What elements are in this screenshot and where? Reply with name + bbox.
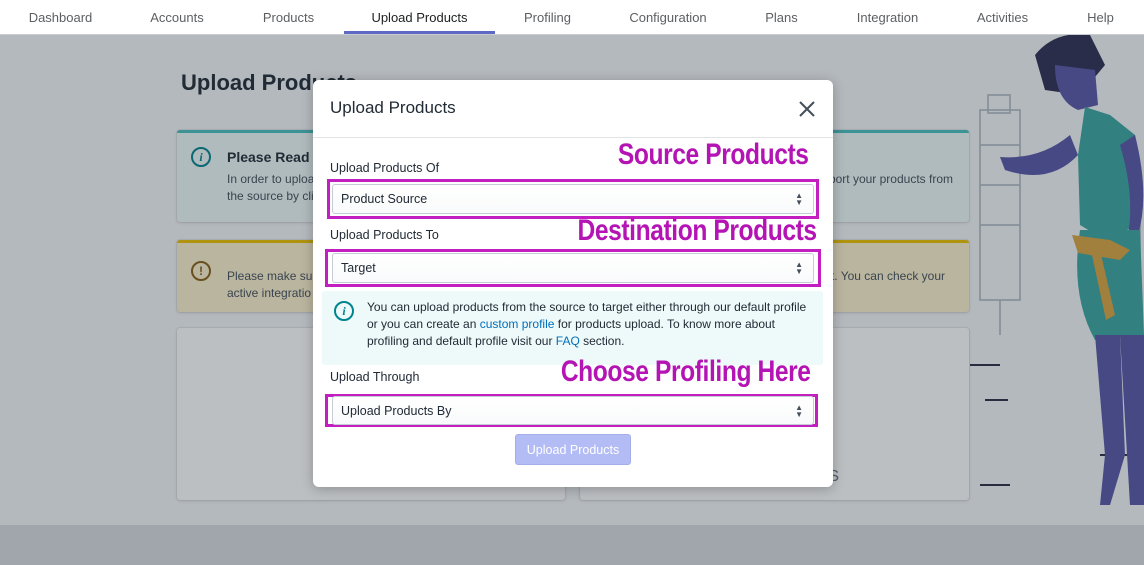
upload-products-modal: Upload Products Upload Products Of Sourc… [313, 80, 833, 487]
top-nav: Dashboard Accounts Products Upload Produ… [0, 0, 1144, 35]
tab-activities[interactable]: Activities [948, 0, 1057, 35]
tab-configuration[interactable]: Configuration [600, 0, 736, 35]
select-arrows-icon: ▲ ▼ [795, 403, 803, 419]
target-label: Upload Products To [330, 228, 439, 242]
source-label: Upload Products Of [330, 161, 440, 175]
upload-products-button[interactable]: Upload Products [515, 434, 631, 465]
tab-plans[interactable]: Plans [736, 0, 827, 35]
modal-header: Upload Products [313, 80, 833, 138]
source-select[interactable]: Product Source ▲ ▼ [332, 184, 814, 214]
tab-dashboard[interactable]: Dashboard [0, 0, 121, 35]
annotation-source: Source Products [618, 138, 809, 171]
modal-title: Upload Products [330, 98, 456, 117]
profile-select-value: Upload Products By [341, 403, 452, 418]
tab-help[interactable]: Help [1057, 0, 1144, 35]
source-select-value: Product Source [341, 192, 428, 206]
tab-upload-products[interactable]: Upload Products [344, 0, 495, 35]
target-select[interactable]: Target ▲ ▼ [332, 253, 814, 283]
info-text-part: section. [579, 334, 625, 348]
profile-info-text: You can upload products from the source … [367, 299, 817, 350]
tab-accounts[interactable]: Accounts [121, 0, 233, 35]
annotation-profiling: Choose Profiling Here [561, 355, 811, 388]
custom-profile-link[interactable]: custom profile [480, 317, 555, 331]
tab-profiling[interactable]: Profiling [495, 0, 600, 35]
select-arrows-icon: ▲ ▼ [795, 191, 803, 207]
profile-label: Upload Through [330, 370, 420, 384]
select-arrows-icon: ▲ ▼ [795, 260, 803, 276]
profile-info-box: i You can upload products from the sourc… [322, 291, 823, 365]
close-icon[interactable] [795, 97, 819, 121]
tab-integration[interactable]: Integration [827, 0, 948, 35]
tab-products[interactable]: Products [233, 0, 344, 35]
profile-select[interactable]: Upload Products By ▲ ▼ [332, 396, 814, 425]
info-icon: i [334, 301, 354, 321]
target-select-value: Target [341, 261, 376, 275]
faq-link[interactable]: FAQ [556, 334, 580, 348]
annotation-destination: Destination Products [577, 214, 818, 247]
